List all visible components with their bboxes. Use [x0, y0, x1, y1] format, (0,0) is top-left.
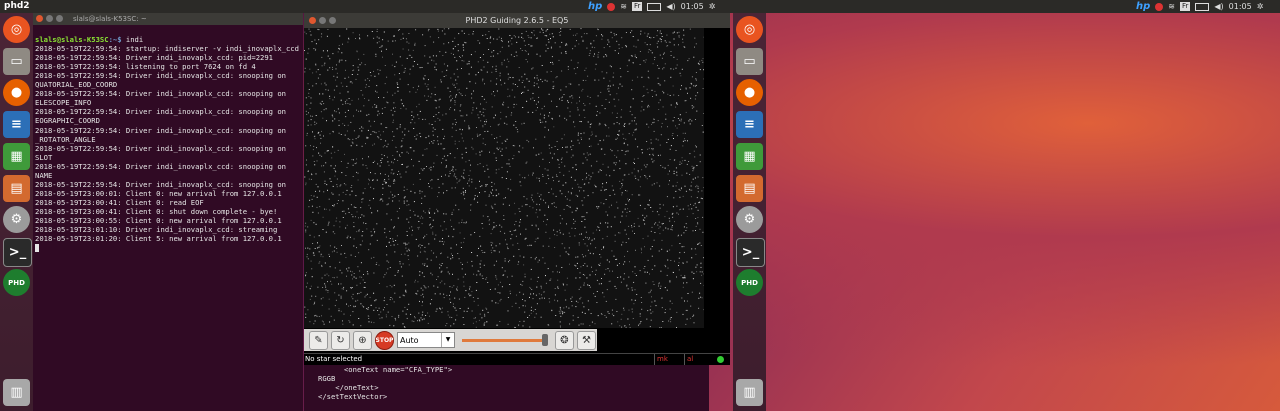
trash-icon[interactable]: ▥ — [736, 379, 763, 406]
terminal-line: RGGB — [318, 374, 336, 384]
files-icon[interactable]: ▭ — [3, 48, 30, 75]
phd2-titlebar[interactable]: PHD2 Guiding 2.6.5 - EQ5 — [304, 13, 730, 28]
terminal-line: <oneText name="CFA_TYPE"> — [318, 365, 453, 374]
system-tray-left[interactable]: hp ≋ Fr ◀) 01:05 ✲ — [588, 0, 715, 13]
terminal-line: 2018-05-19T22:59:54: Driver indi_inovapl… — [35, 71, 286, 81]
keyboard-layout[interactable]: Fr — [631, 2, 643, 11]
terminal-line: EOGRAPHIC_COORD — [35, 116, 100, 126]
prompt-user: slals@slals-K53SC — [35, 35, 109, 45]
loop-button[interactable]: ↻ — [331, 330, 350, 350]
calc-icon[interactable]: ▦ — [736, 143, 763, 170]
terminal-line: 2018-05-19T23:00:01: Client 0: new arriv… — [35, 188, 282, 198]
writer-icon[interactable]: ≡ — [736, 111, 763, 138]
exposure-select[interactable]: Auto ▼ — [397, 332, 455, 348]
status-message: No star selected — [305, 355, 363, 363]
prompt-path: :~$ — [108, 35, 122, 45]
clock[interactable]: 01:05 — [681, 0, 704, 13]
blocked-icon[interactable] — [607, 2, 616, 11]
terminal-line: 2018-05-19T22:59:54: startup: indiserver… — [35, 44, 299, 54]
phd-icon[interactable]: PHD — [736, 269, 763, 296]
tools-icon[interactable]: ⚒ — [577, 330, 596, 350]
terminal-line: </setTextVector> — [318, 392, 388, 402]
launcher: ◎ ▭ ● ≡ ▦ ▤ ⚙ >_ PHD ▥ — [733, 13, 766, 411]
ubuntu-icon[interactable]: ◎ — [3, 16, 30, 43]
phd2-toolbar: ✎ ↻ ⊕ STOP Auto ▼ ❂ ⚒ — [304, 329, 597, 351]
phd2-window[interactable]: PHD2 Guiding 2.6.5 - EQ5 ✎ ↻ ⊕ STOP Auto… — [304, 13, 730, 365]
background-terminal[interactable]: <oneText name="CFA_TYPE"> RGGB </oneText>… — [304, 364, 709, 411]
terminal-line: ELESCOPE_INFO — [35, 98, 92, 108]
close-icon[interactable] — [36, 15, 43, 22]
window-controls — [309, 17, 336, 24]
chevron-down-icon[interactable]: ▼ — [441, 333, 454, 347]
camera-connect-button[interactable]: ✎ — [309, 330, 328, 350]
terminal-line: 2018-05-19T23:01:10: Driver indi_inovapl… — [35, 225, 278, 235]
second-workspace: ◎ ▭ ● ≡ ▦ ▤ ⚙ >_ PHD ▥ — [730, 0, 1280, 411]
phd2-statusbar: No star selected mk al — [304, 353, 730, 365]
battery-icon[interactable] — [647, 2, 662, 11]
phd-icon[interactable]: PHD — [3, 269, 30, 296]
maximize-icon[interactable] — [56, 15, 63, 22]
window-controls — [36, 15, 63, 22]
minimize-icon[interactable] — [319, 17, 326, 24]
volume-icon[interactable]: ◀) — [666, 0, 675, 13]
terminal-cursor — [35, 244, 39, 253]
status-led-icon — [717, 356, 724, 363]
terminal-output[interactable]: slals@slals-K53SC:~$ indi 2018-05-19T22:5… — [33, 25, 303, 271]
terminal-titlebar[interactable]: slals@slals-K53SC: ~ — [33, 13, 303, 25]
terminal-line: 2018-05-19T23:00:41: Client 0: read EOF — [35, 197, 204, 207]
camera-noise-image — [304, 28, 704, 328]
stop-button[interactable]: STOP — [375, 330, 394, 350]
terminal-line: 2018-05-19T22:59:54: Driver indi_inovapl… — [35, 179, 286, 189]
ubuntu-icon[interactable]: ◎ — [736, 16, 763, 43]
terminal-line: 2018-05-19T23:01:20: Client 5: new arriv… — [35, 234, 282, 244]
writer-icon[interactable]: ≡ — [3, 111, 30, 138]
phd2-title: PHD2 Guiding 2.6.5 - EQ5 — [465, 16, 569, 25]
impress-icon[interactable]: ▤ — [3, 175, 30, 202]
terminal-line: _ROTATOR_ANGLE — [35, 134, 96, 144]
terminal-line: QUATORIAL_EOD_COORD — [35, 80, 118, 90]
terminal-line: 2018-05-19T22:59:54: Driver indi_inovapl… — [35, 143, 286, 153]
brain-icon[interactable]: ❂ — [555, 330, 574, 350]
terminal-line: 2018-05-19T22:59:54: Driver indi_inovapl… — [35, 161, 286, 171]
guide-button[interactable]: ⊕ — [353, 330, 372, 350]
hp-icon[interactable]: hp — [588, 0, 602, 13]
files-icon[interactable]: ▭ — [736, 48, 763, 75]
exposure-value: Auto — [400, 336, 419, 345]
camera-view[interactable] — [304, 28, 704, 328]
launcher: ◎ ▭ ● ≡ ▦ ▤ ⚙ >_ PHD ▥ — [0, 13, 33, 411]
terminal-title: slals@slals-K53SC: ~ — [73, 15, 147, 23]
terminal-command: indi — [121, 35, 144, 45]
close-icon[interactable] — [309, 17, 316, 24]
calc-icon[interactable]: ▦ — [3, 143, 30, 170]
impress-icon[interactable]: ▤ — [736, 175, 763, 202]
terminal-line: 2018-05-19T22:59:54: listening to port 7… — [35, 62, 256, 72]
terminal-line: 2018-05-19T23:00:41: Client 0: shut down… — [35, 206, 278, 216]
firefox-icon[interactable]: ● — [736, 79, 763, 106]
gamma-slider[interactable] — [462, 333, 548, 346]
firefox-icon[interactable]: ● — [3, 79, 30, 106]
status-cell: al — [684, 354, 693, 365]
slider-handle[interactable] — [542, 333, 548, 346]
settings-icon[interactable]: ⚙ — [3, 206, 30, 233]
terminal-window[interactable]: slals@slals-K53SC: ~ slals@slals-K53SC:~… — [33, 13, 303, 411]
status-cell: mk — [654, 354, 668, 365]
active-app-title: phd2 — [4, 1, 30, 11]
terminal-icon[interactable]: >_ — [736, 238, 765, 267]
terminal-icon[interactable]: >_ — [3, 238, 32, 267]
terminal-line: 2018-05-19T22:59:54: Driver indi_inovapl… — [35, 89, 286, 99]
settings-icon[interactable]: ⚙ — [736, 206, 763, 233]
gear-icon[interactable]: ✲ — [709, 0, 716, 13]
terminal-line: 2018-05-19T22:59:54: Driver indi_inovapl… — [35, 125, 286, 135]
minimize-icon[interactable] — [46, 15, 53, 22]
maximize-icon[interactable] — [329, 17, 336, 24]
trash-icon[interactable]: ▥ — [3, 379, 30, 406]
terminal-line: SLOT — [35, 152, 53, 162]
wifi-icon[interactable]: ≋ — [620, 0, 627, 13]
terminal-line: 2018-05-19T22:59:54: Driver indi_inovapl… — [35, 53, 273, 63]
terminal-line: 2018-05-19T23:00:55: Client 0: new arriv… — [35, 215, 282, 225]
terminal-line: NAME — [35, 170, 53, 180]
terminal-line: 2018-05-19T22:59:54: Driver indi_inovapl… — [35, 107, 286, 117]
terminal-line: </oneText> — [318, 383, 379, 393]
